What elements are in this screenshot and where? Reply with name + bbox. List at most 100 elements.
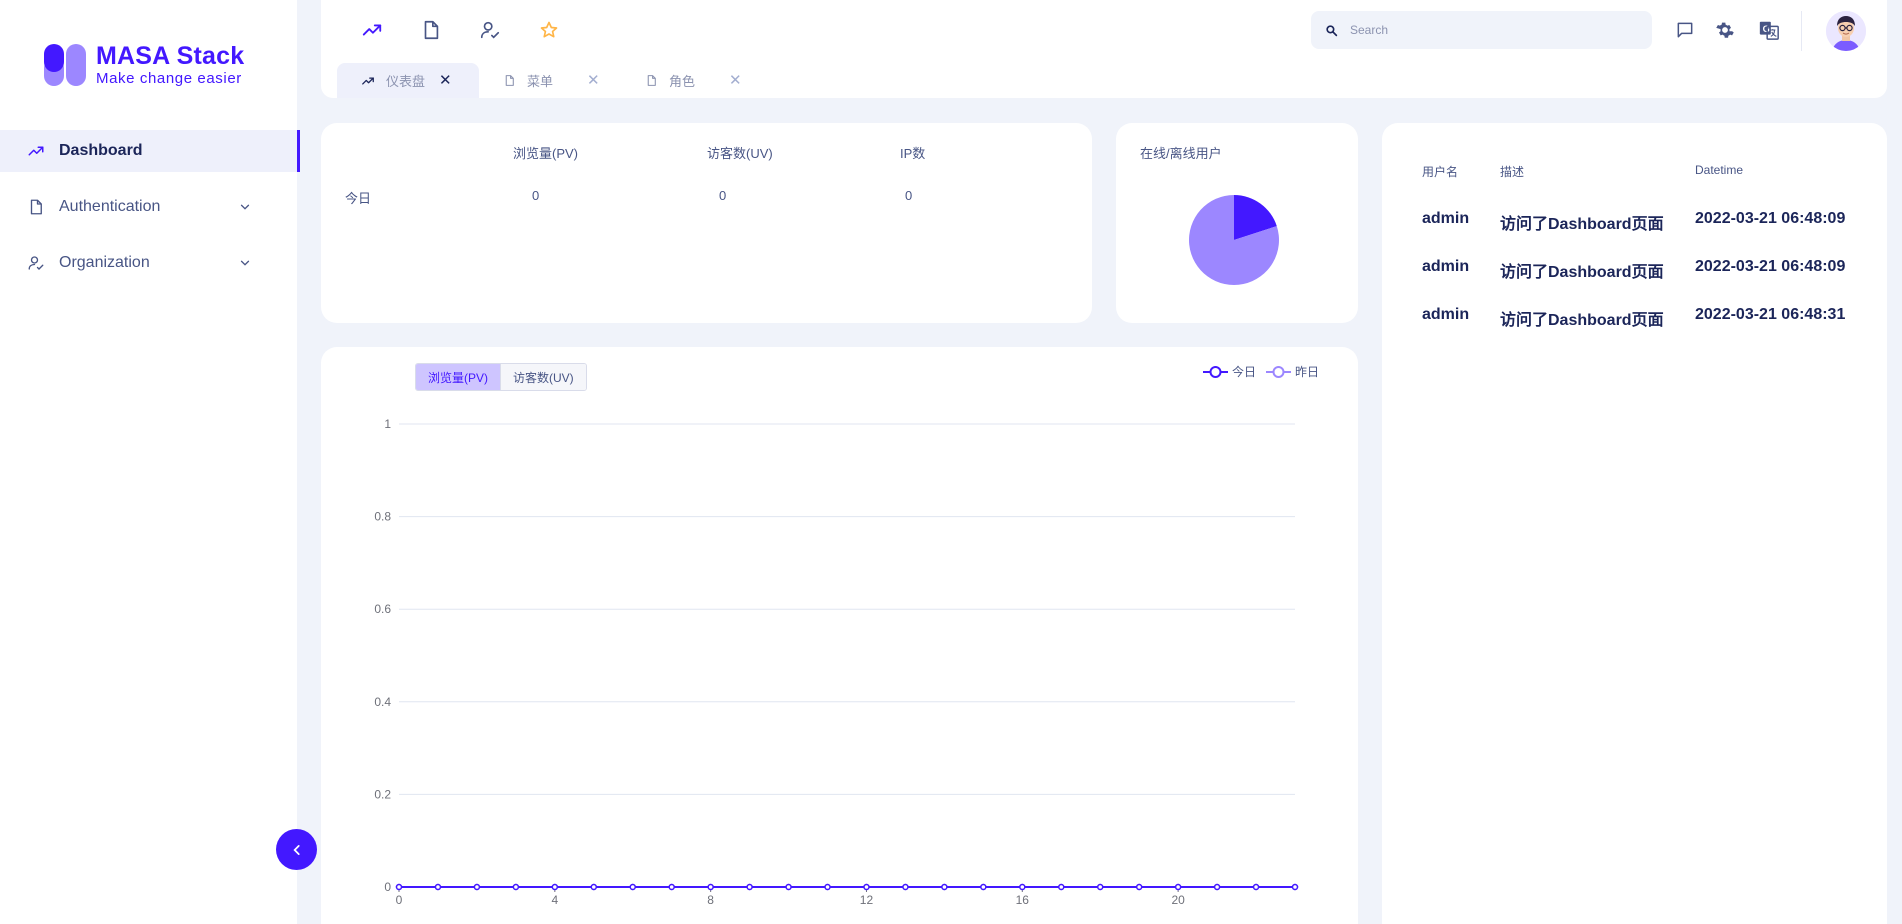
star-icon[interactable] — [538, 19, 560, 41]
table-header: 描述 — [1500, 165, 1525, 179]
legend-label: 昨日 — [1295, 365, 1320, 379]
y-tick-label: 0.4 — [374, 695, 391, 709]
table-cell: 访问了Dashboard页面 — [1500, 216, 1664, 233]
y-tick-label: 0.8 — [374, 510, 391, 524]
stats-column-header: 访客数(UV) — [707, 146, 773, 161]
chevron-left-icon — [292, 844, 300, 855]
online-users-card: 在线/离线用户 — [1116, 123, 1358, 323]
legend-marker-icon — [1203, 365, 1228, 378]
toggle-pv-button[interactable]: 浏览量(PV) — [416, 364, 501, 390]
avatar[interactable] — [1826, 11, 1866, 51]
close-icon[interactable]: ✕ — [729, 73, 742, 88]
data-point[interactable] — [1174, 883, 1182, 891]
table-cell: 访问了Dashboard页面 — [1500, 264, 1664, 281]
search-input[interactable] — [1350, 23, 1630, 37]
data-point[interactable] — [1096, 883, 1104, 891]
traffic-chart-card: 0 0.2 0.4 0.6 0.8 1 0 4 8 12 16 20 浏览量(PV) 访客数(UV) … — [321, 347, 1358, 924]
data-point[interactable] — [434, 883, 442, 891]
trending-up-icon[interactable] — [361, 19, 383, 41]
x-tick-label: 0 — [396, 893, 403, 907]
data-point[interactable] — [473, 883, 481, 891]
y-tick-label: 1 — [384, 417, 391, 431]
brand-title: MASA Stack — [96, 42, 245, 70]
sidebar-nav: Dashboard Authentication Organization — [0, 130, 300, 298]
data-point[interactable] — [551, 883, 559, 891]
sidebar-collapse-button[interactable] — [276, 829, 317, 870]
stats-value: 0 — [905, 188, 913, 203]
top-header: G 仪表盘 ✕ 菜单 ✕ 角色 ✕ — [321, 0, 1887, 98]
sidebar: MASA Stack Make change easier Dashboard … — [0, 0, 300, 924]
translate-icon[interactable]: G — [1758, 19, 1780, 41]
sidebar-item-label: Dashboard — [59, 142, 143, 159]
chart-legend: 今日 昨日 — [1203, 363, 1329, 380]
stats-value: 0 — [719, 188, 727, 203]
x-tick-label: 16 — [1016, 893, 1030, 907]
table-cell: 访问了Dashboard页面 — [1500, 312, 1664, 329]
tab-role[interactable]: 角色 ✕ — [621, 63, 763, 98]
sidebar-item-organization[interactable]: Organization — [0, 242, 300, 284]
trending-up-icon — [28, 146, 44, 156]
table-cell: 2022-03-21 06:48:09 — [1695, 258, 1846, 275]
table-cell: 2022-03-21 06:48:31 — [1695, 306, 1846, 323]
sidebar-item-dashboard[interactable]: Dashboard — [0, 130, 300, 172]
message-icon[interactable] — [1674, 19, 1696, 41]
logo[interactable]: MASA Stack Make change easier — [44, 44, 244, 86]
table-cell: 2022-03-21 06:48:09 — [1695, 210, 1846, 227]
card-title: 在线/离线用户 — [1140, 146, 1222, 161]
table-cell: admin — [1422, 258, 1470, 275]
sidebar-item-label: Authentication — [59, 198, 161, 215]
data-point[interactable] — [785, 883, 792, 891]
file-icon — [505, 75, 514, 86]
tab-dashboard[interactable]: 仪表盘 ✕ — [337, 63, 479, 98]
tab-menu[interactable]: 菜单 ✕ — [479, 63, 621, 98]
trending-up-icon — [362, 76, 374, 85]
stats-column-header: 浏览量(PV) — [513, 146, 579, 161]
header-divider — [1801, 11, 1802, 51]
data-point[interactable] — [1252, 883, 1260, 891]
data-point[interactable] — [863, 883, 870, 891]
data-point[interactable] — [707, 883, 714, 891]
table-cell: admin — [1422, 210, 1470, 227]
data-point[interactable] — [1019, 883, 1026, 891]
svg-text:G: G — [1763, 24, 1770, 34]
legend-marker-icon — [1266, 365, 1292, 378]
search-icon — [1326, 24, 1338, 36]
data-point[interactable] — [1058, 883, 1065, 891]
data-point[interactable] — [1213, 883, 1221, 891]
data-point[interactable] — [629, 883, 636, 891]
file-icon[interactable] — [420, 19, 442, 41]
data-point[interactable] — [1291, 883, 1299, 891]
brand-subtitle: Make change easier — [96, 70, 242, 87]
data-point[interactable] — [746, 883, 753, 891]
data-point[interactable] — [668, 883, 675, 891]
page-tabs: 仪表盘 ✕ 菜单 ✕ 角色 ✕ — [337, 63, 763, 98]
user-check-icon[interactable] — [479, 19, 501, 41]
data-point[interactable] — [941, 883, 948, 891]
x-tick-label: 20 — [1171, 893, 1185, 907]
access-log-card: 用户名 描述 Datetime admin 访问了Dashboard页面 202… — [1382, 123, 1887, 924]
metric-toggle: 浏览量(PV) 访客数(UV) — [415, 363, 587, 391]
close-icon[interactable]: ✕ — [439, 73, 452, 88]
close-icon[interactable]: ✕ — [587, 73, 600, 88]
data-point[interactable] — [395, 883, 403, 891]
gear-icon[interactable] — [1714, 19, 1736, 41]
sidebar-item-authentication[interactable]: Authentication — [0, 186, 300, 228]
data-point[interactable] — [590, 883, 598, 891]
stats-row-label: 今日 — [345, 191, 372, 206]
x-tick-label: 8 — [707, 893, 714, 907]
masa-logo-icon — [44, 44, 86, 86]
data-point[interactable] — [824, 883, 831, 891]
data-point[interactable] — [512, 883, 520, 891]
y-tick-label: 0 — [384, 880, 391, 894]
search-box — [1311, 11, 1652, 49]
legend-item-today[interactable]: 今日 — [1203, 363, 1256, 380]
online-users-pie-chart — [1189, 195, 1279, 285]
table-header: 用户名 — [1422, 165, 1459, 179]
legend-item-yesterday[interactable]: 昨日 — [1266, 363, 1319, 380]
file-icon — [647, 75, 656, 86]
sidebar-item-label: Organization — [59, 254, 150, 271]
data-point[interactable] — [980, 883, 987, 891]
toggle-uv-button[interactable]: 访客数(UV) — [500, 364, 586, 390]
data-point[interactable] — [1135, 883, 1143, 891]
data-point[interactable] — [902, 883, 909, 891]
